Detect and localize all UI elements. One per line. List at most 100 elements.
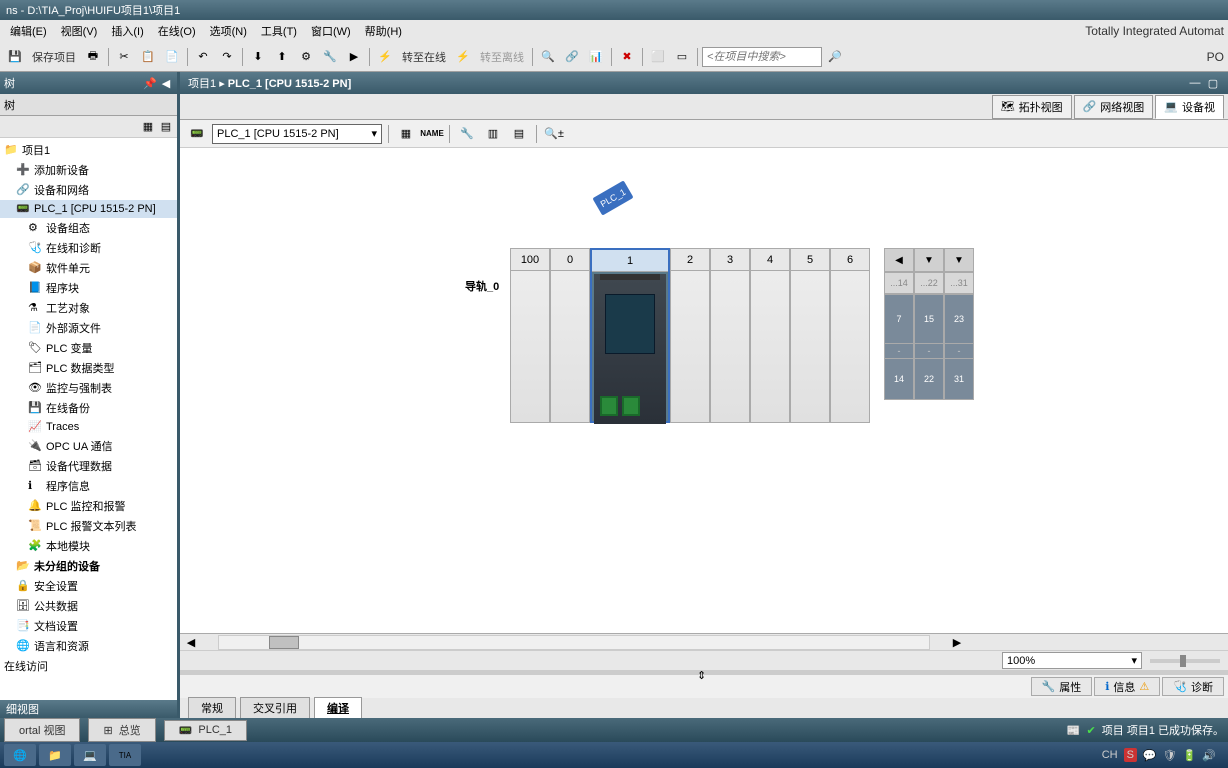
general-tab[interactable]: 常规: [188, 697, 236, 718]
device-select-icon[interactable]: 📟: [186, 123, 208, 145]
project-tree[interactable]: 📁 项目1 ➕添加新设备🔗设备和网络📟PLC_1 [CPU 1515-2 PN]…: [0, 138, 177, 700]
task-app4-icon[interactable]: TIA: [109, 744, 141, 766]
ext-nav-left[interactable]: ◀: [884, 248, 914, 272]
tree-item[interactable]: 🩺在线和诊断: [0, 238, 177, 258]
diagnostics-tab[interactable]: 🩺诊断: [1162, 677, 1224, 696]
ext-cell[interactable]: 31: [944, 358, 974, 400]
save-label[interactable]: 保存项目: [28, 49, 80, 65]
tree-item[interactable]: 🔔PLC 监控和报警: [0, 496, 177, 516]
tool2-icon[interactable]: 📊: [585, 46, 607, 68]
task-app3-icon[interactable]: 💻: [74, 744, 106, 766]
go-online-icon[interactable]: ⚡: [374, 46, 396, 68]
search-go-icon[interactable]: 🔎: [824, 46, 846, 68]
slot-3[interactable]: 3: [710, 248, 750, 423]
tool-icon[interactable]: 🔧: [319, 46, 341, 68]
zoom-slider[interactable]: [1150, 659, 1220, 663]
portal-view-button[interactable]: ortal 视图: [4, 718, 80, 742]
breadcrumb-device[interactable]: PLC_1 [CPU 1515-2 PN]: [228, 78, 352, 90]
menu-online[interactable]: 在线(O): [152, 21, 202, 41]
save-icon[interactable]: 💾: [4, 46, 26, 68]
menu-help[interactable]: 帮助(H): [359, 21, 408, 41]
tree-item[interactable]: 📦软件单元: [0, 258, 177, 278]
ext-cell[interactable]: 22: [914, 358, 944, 400]
search-tool-icon[interactable]: 🔍: [537, 46, 559, 68]
compile-icon[interactable]: ⚙: [295, 46, 317, 68]
print-icon[interactable]: 🖶: [82, 46, 104, 68]
dt-btn1-icon[interactable]: ▦: [395, 123, 417, 145]
layout2-icon[interactable]: ▭: [671, 46, 693, 68]
cpu-module[interactable]: [594, 274, 666, 424]
tree-item[interactable]: ℹ程序信息: [0, 476, 177, 496]
slot-5[interactable]: 5: [790, 248, 830, 423]
menu-insert[interactable]: 插入(I): [105, 21, 149, 41]
tree-item[interactable]: 🌐语言和资源: [0, 636, 177, 656]
sidebar-tab[interactable]: 树: [4, 97, 15, 113]
tree-item[interactable]: 👁监控与强制表: [0, 378, 177, 398]
menu-options[interactable]: 选项(N): [204, 21, 253, 41]
overview-button[interactable]: ⊞总览: [88, 718, 155, 742]
download-icon[interactable]: ⬇: [247, 46, 269, 68]
tray-shield-icon[interactable]: 🛡: [1163, 749, 1177, 762]
search-input[interactable]: [702, 47, 822, 67]
ext-cell[interactable]: 23: [944, 294, 974, 344]
menu-edit[interactable]: 编辑(E): [4, 21, 53, 41]
rack[interactable]: 100 0 1 2 3 4 5 6: [510, 248, 974, 423]
tree-item[interactable]: 🗄公共数据: [0, 596, 177, 616]
slot-100[interactable]: 100: [510, 248, 550, 423]
slot-1-cpu[interactable]: 1: [590, 248, 670, 423]
slot-2[interactable]: 2: [670, 248, 710, 423]
sidebar-collapse-icon[interactable]: ◀: [159, 76, 173, 90]
splitter-handle[interactable]: ⇕: [697, 669, 711, 679]
plc-tag[interactable]: PLC_1: [592, 180, 633, 215]
detail-view-header[interactable]: 细视图: [0, 700, 177, 718]
zoom-dropdown[interactable]: 100% ▾: [1002, 652, 1142, 669]
device-dropdown[interactable]: PLC_1 [CPU 1515-2 PN] ▾: [212, 124, 382, 144]
device-view-tab[interactable]: 💻设备视: [1155, 95, 1224, 119]
ext-nav-down1[interactable]: ▼: [914, 248, 944, 272]
copy-icon[interactable]: 📋: [137, 46, 159, 68]
tree-item[interactable]: 📑文档设置: [0, 616, 177, 636]
dt-btn5-icon[interactable]: ▤: [508, 123, 530, 145]
tree-item[interactable]: 🗂PLC 数据类型: [0, 358, 177, 378]
slot-4[interactable]: 4: [750, 248, 790, 423]
tree-item[interactable]: 💾在线备份: [0, 398, 177, 418]
upload-icon[interactable]: ⬆: [271, 46, 293, 68]
scroll-track[interactable]: [218, 635, 930, 650]
ext-cell[interactable]: 15: [914, 294, 944, 344]
dt-btn2-icon[interactable]: NAME: [421, 123, 443, 145]
go-offline-icon[interactable]: ⚡: [452, 46, 474, 68]
ext-cell[interactable]: 14: [884, 358, 914, 400]
topology-view-tab[interactable]: 🗺拓扑视图: [992, 95, 1072, 119]
ethernet-port-1[interactable]: [600, 396, 618, 416]
plc-tab-button[interactable]: 📟PLC_1: [164, 720, 247, 741]
tray-chat-icon[interactable]: 💬: [1143, 749, 1157, 762]
undo-icon[interactable]: ↶: [192, 46, 214, 68]
go-online-label[interactable]: 转至在线: [398, 49, 450, 65]
properties-tab[interactable]: 🔧属性: [1031, 677, 1093, 696]
maximize-icon[interactable]: ▢: [1206, 76, 1220, 90]
tray-battery-icon[interactable]: 🔋: [1183, 749, 1197, 762]
ext-cell[interactable]: ...14: [884, 272, 914, 294]
menu-view[interactable]: 视图(V): [55, 21, 104, 41]
dt-btn3-icon[interactable]: 🔧: [456, 123, 478, 145]
menu-window[interactable]: 窗口(W): [305, 21, 357, 41]
cut-icon[interactable]: ✂: [113, 46, 135, 68]
tray-lang[interactable]: CH: [1102, 749, 1118, 761]
tree-item[interactable]: 📂未分组的设备: [0, 556, 177, 576]
tree-item[interactable]: 🧩本地模块: [0, 536, 177, 556]
tree-item[interactable]: 🔌OPC UA 通信: [0, 436, 177, 456]
xref-tab[interactable]: 交叉引用: [240, 697, 310, 718]
minimize-icon[interactable]: ―: [1188, 76, 1202, 90]
dt-btn4-icon[interactable]: ▥: [482, 123, 504, 145]
device-canvas[interactable]: PLC_1 导轨_0 100 0 1 2 3: [180, 148, 1228, 633]
tree-item[interactable]: ➕添加新设备: [0, 160, 177, 180]
tree-root[interactable]: 📁 项目1: [0, 140, 177, 160]
tree-tool1-icon[interactable]: ▦: [141, 120, 155, 134]
tree-item[interactable]: 📘程序块: [0, 278, 177, 298]
scroll-thumb[interactable]: [269, 636, 299, 649]
ext-nav-down2[interactable]: ▼: [944, 248, 974, 272]
extension-slots[interactable]: ◀ ...14 7 - 14 ▼ ...22 15 - 22 ▼: [884, 248, 974, 423]
delete-icon[interactable]: ✖: [616, 46, 638, 68]
menu-tools[interactable]: 工具(T): [255, 21, 303, 41]
info-tab[interactable]: ℹ信息⚠: [1094, 677, 1160, 696]
